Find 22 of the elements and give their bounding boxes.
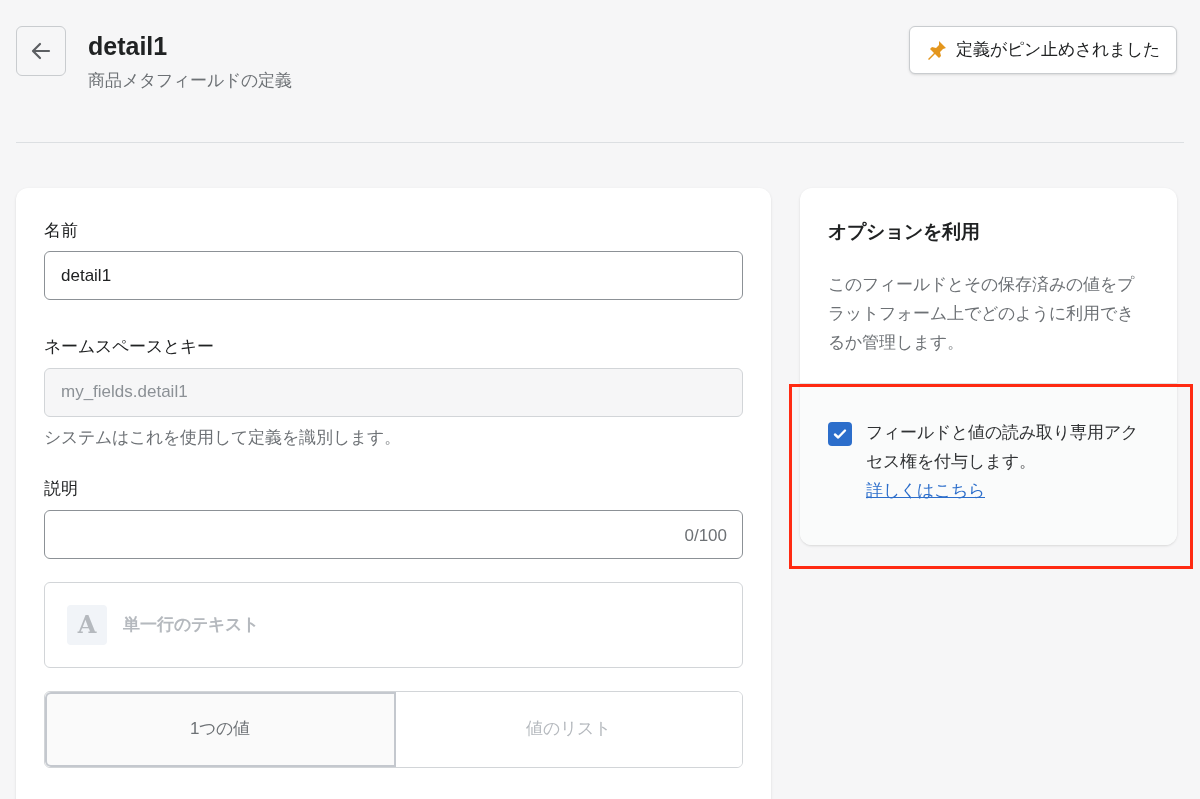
character-counter: 0/100 — [684, 524, 727, 547]
checkmark-icon — [833, 427, 847, 441]
name-field[interactable]: detail1 — [44, 251, 743, 300]
namespace-label: ネームスペースとキー — [44, 336, 215, 358]
value-mode-option[interactable]: 1つの値 — [45, 691, 396, 767]
namespace-help-text: システムはこれを使用して定義を識別します。 — [44, 426, 402, 449]
pin-button[interactable]: 定義がピン止めされました — [909, 26, 1177, 74]
back-arrow-icon — [30, 40, 52, 62]
access-description: フィールドと値の読み取り専用アクセス権を付与します。 詳しくはこちら — [866, 422, 1139, 502]
type-label: 単一行のテキスト — [123, 613, 259, 636]
access-checkbox[interactable] — [828, 422, 852, 446]
page-title: detail1 — [88, 31, 169, 62]
name-label: 名前 — [44, 219, 79, 242]
options-description: このフィールドとその保存済みの値をプラットフォーム上でどのように利用できるか管理します。 — [828, 274, 1136, 354]
pin-icon — [926, 39, 948, 61]
learn-more-link[interactable]: 詳しくはこちら — [866, 481, 985, 500]
back-button[interactable] — [16, 26, 66, 76]
options-title: オプションを利用 — [828, 219, 981, 244]
description-label: 説明 — [44, 478, 79, 500]
description-field[interactable] — [44, 509, 743, 559]
text-type-icon: A — [67, 604, 107, 645]
page-subtitle: 商品メタフィールドの定義 — [88, 70, 292, 92]
